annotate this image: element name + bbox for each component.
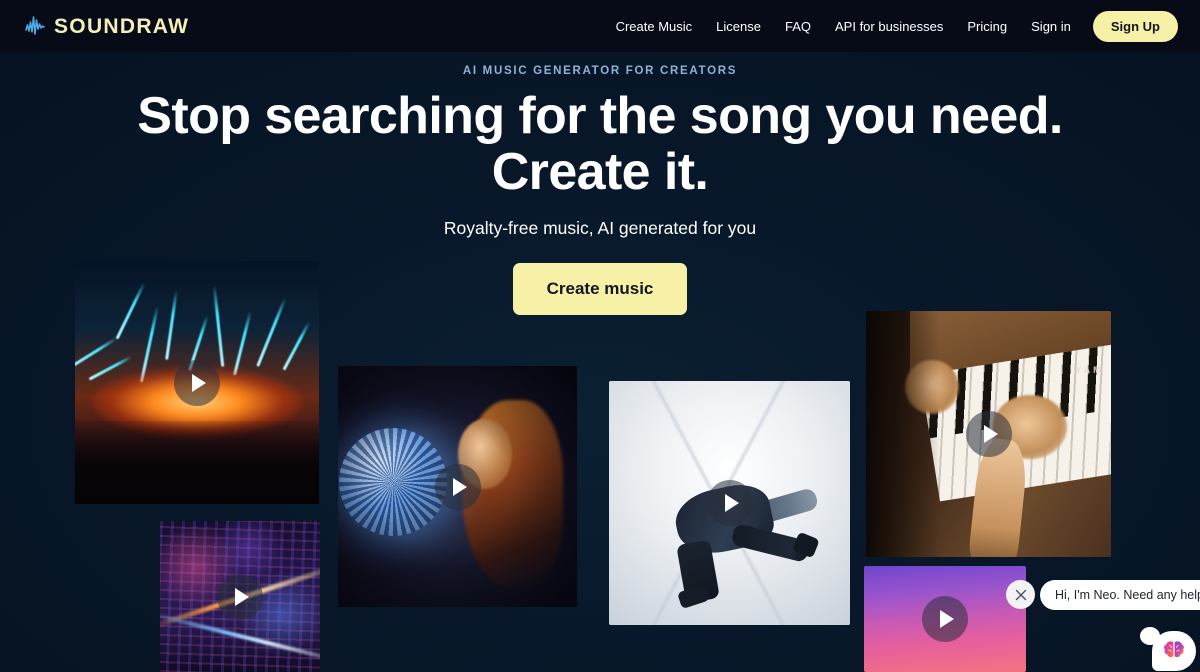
nav-link-pricing[interactable]: Pricing (955, 13, 1019, 40)
create-music-button[interactable]: Create music (512, 263, 688, 316)
chat-message-bubble[interactable]: Hi, I'm Neo. Need any help? (1040, 580, 1200, 610)
disco-ball-card[interactable] (338, 366, 577, 607)
nav-link-sign-in[interactable]: Sign in (1019, 13, 1083, 40)
city-neon-card[interactable] (160, 521, 320, 672)
hero-headline-line1: Stop searching for the song you need. (137, 87, 1063, 145)
piano-card[interactable]: YAM (866, 311, 1111, 557)
site-header: SOUNDRAW Create Music License FAQ API fo… (0, 0, 1200, 52)
play-icon[interactable] (706, 480, 753, 526)
nav-link-faq[interactable]: FAQ (773, 13, 823, 40)
hero-section: AI MUSIC GENERATOR FOR CREATORS Stop sea… (0, 52, 1200, 316)
piano-brand-text: YAM (1075, 365, 1104, 376)
tropical-sunset-card[interactable] (864, 566, 1026, 672)
hero-eyebrow: AI MUSIC GENERATOR FOR CREATORS (462, 65, 738, 77)
page-root: SOUNDRAW Create Music License FAQ API fo… (0, 0, 1200, 672)
logo[interactable]: SOUNDRAW (24, 14, 189, 38)
play-icon[interactable] (965, 411, 1012, 457)
play-icon[interactable] (922, 596, 968, 642)
logo-text: SOUNDRAW (54, 14, 190, 38)
dancer-card[interactable] (609, 381, 850, 625)
nav-link-create-music[interactable]: Create Music (604, 13, 705, 40)
play-icon[interactable] (434, 463, 481, 510)
brain-icon[interactable] (1152, 631, 1196, 671)
hero-subhead: Royalty-free music, AI generated for you (443, 218, 757, 239)
close-icon[interactable] (1006, 580, 1035, 609)
waveform-icon (24, 14, 52, 38)
hero-cta-wrap: Create music (0, 263, 1200, 316)
nav-link-api-for-businesses[interactable]: API for businesses (823, 13, 955, 40)
sign-up-button[interactable]: Sign Up (1092, 10, 1178, 42)
hero-headline-line2: Create it. (491, 142, 709, 201)
nav-link-license[interactable]: License (704, 13, 773, 40)
play-icon[interactable] (217, 573, 263, 620)
play-icon[interactable] (174, 359, 220, 406)
main-nav: Create Music License FAQ API for busines… (604, 10, 1178, 42)
hero-headline: Stop searching for the song you need. Cr… (0, 87, 1200, 201)
